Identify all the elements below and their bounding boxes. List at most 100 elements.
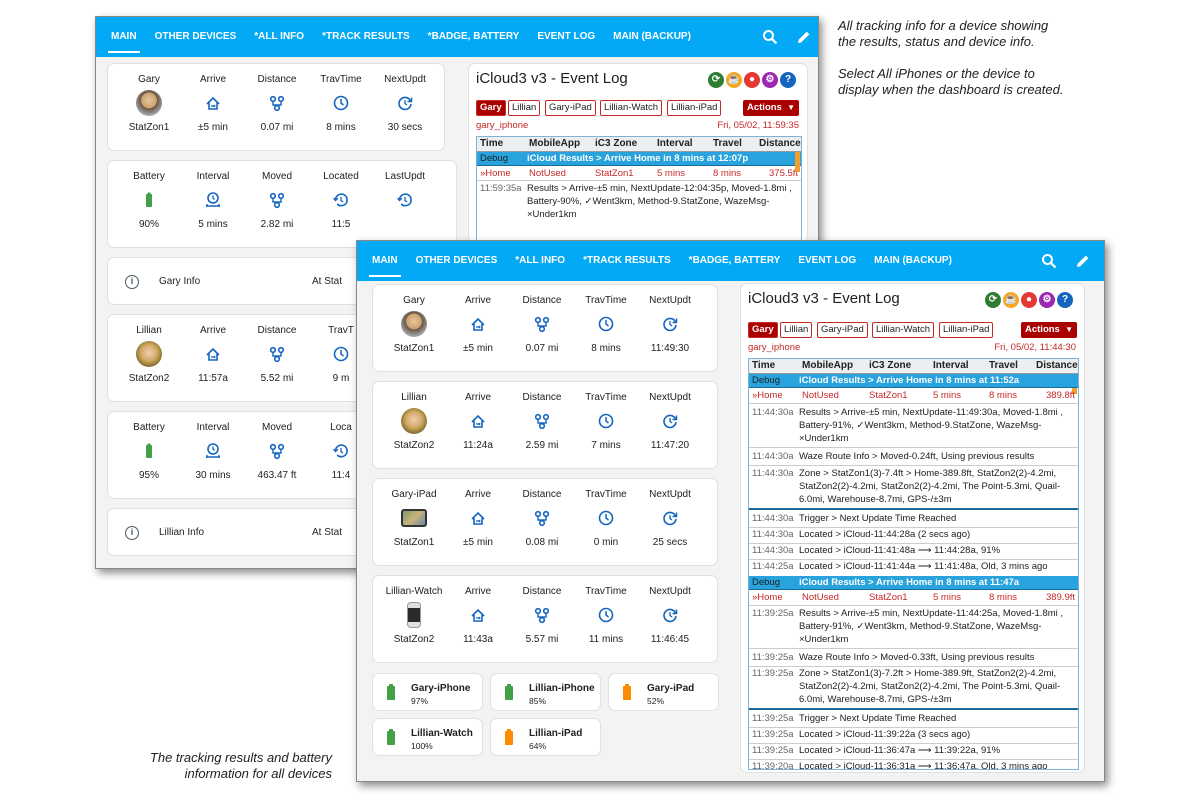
debug-row: Debug iCloud Results > Arrive Home in 8 m… (749, 374, 1078, 388)
tab-main-backup[interactable]: MAIN (BACKUP) (865, 241, 961, 281)
info-value: At Stat (312, 276, 343, 287)
tab-event-log[interactable]: EVENT LOG (528, 17, 604, 57)
arrive-value: 11:43a (463, 634, 493, 645)
tab-main[interactable]: MAIN (363, 241, 407, 281)
tab-all-info[interactable]: *ALL INFO (245, 17, 313, 57)
arrive-label: Arrive (199, 325, 227, 336)
log-message: Waze Route Info > Moved-0.24ft, Using pr… (799, 451, 1035, 462)
event-log-table[interactable]: Time MobileApp iC3 Zone Interval Travel … (748, 358, 1079, 770)
travtime-value: 0 min (593, 537, 619, 548)
battery-label: Battery (133, 422, 165, 433)
device-filter-gary[interactable]: Gary (748, 322, 778, 338)
timer-icon (206, 192, 220, 207)
note-line: All tracking info for a device showing (838, 18, 1049, 33)
tab-badge-battery[interactable]: *BADGE, BATTERY (680, 241, 790, 281)
actions-label: Actions (1025, 324, 1060, 335)
route-icon (269, 346, 285, 363)
arrive-label: Arrive (199, 74, 227, 85)
help-icon[interactable]: ? (1057, 292, 1073, 308)
home-arrive-icon (471, 414, 485, 428)
home-arrive-icon (471, 608, 485, 622)
tab-other-devices[interactable]: OTHER DEVICES (407, 241, 507, 281)
search-icon[interactable] (762, 29, 778, 45)
device-zone: StatZon1 (128, 122, 170, 133)
device-filter-lillian-ipad[interactable]: Lillian-iPad (667, 100, 722, 116)
note-line: the results, status and device info. (838, 34, 1035, 49)
interval-value: 5 mins (198, 219, 228, 230)
home-cell: StatZon1 (869, 592, 908, 603)
battery-icon (623, 684, 631, 700)
device-filter-lillian-watch[interactable]: Lillian-Watch (872, 322, 935, 338)
nextupdt-value: 11:47:20 (650, 440, 690, 451)
arrive-value: ±5 min (463, 537, 493, 548)
home-cell: 8 mins (989, 592, 1017, 603)
battery-icon (505, 684, 513, 700)
tab-track-results[interactable]: *TRACK RESULTS (574, 241, 680, 281)
route-icon (534, 316, 550, 333)
tab-main[interactable]: MAIN (102, 17, 146, 57)
device-filter-gary-ipad[interactable]: Gary-iPad (545, 100, 596, 116)
tab-event-log[interactable]: EVENT LOG (789, 241, 865, 281)
refresh-icon[interactable]: ⟳ (985, 292, 1001, 308)
device-filter-gary-ipad[interactable]: Gary-iPad (817, 322, 868, 338)
log-row: 11:44:25a Located > iCloud-11:41:44a ⟶ 11… (749, 560, 1078, 575)
route-icon (534, 607, 550, 624)
home-arrive-icon (206, 347, 220, 361)
arrive-value: ±5 min (198, 122, 228, 133)
info-label: Gary Info (159, 276, 201, 287)
device-zone: StatZon2 (393, 440, 435, 451)
log-time: 11:39:25a (752, 668, 794, 679)
arrive-value: ±5 min (463, 343, 493, 354)
refresh-icon[interactable]: ⟳ (708, 72, 724, 88)
log-time: 11:39:25a (752, 713, 794, 724)
clock-icon (333, 95, 349, 111)
pencil-icon[interactable] (796, 29, 812, 45)
tab-all-info[interactable]: *ALL INFO (506, 241, 574, 281)
device-filter-gary[interactable]: Gary (476, 100, 506, 116)
device-results-card: Gary-iPad StatZon1 Arrive ±5 min Distance 0.0… (372, 478, 718, 566)
note-line: The tracking results and battery (149, 750, 332, 765)
nextupdt-label: NextUpdt (649, 392, 691, 403)
debug-row: Debug iCloud Results > Arrive Home in 8 m… (749, 576, 1078, 590)
gary-results-card: Gary StatZon1 Arrive ±5 min Distance 0.0… (107, 63, 445, 151)
help-icon[interactable]: ? (780, 72, 796, 88)
event-log-table[interactable]: Time MobileApp iC3 Zone Interval Travel … (476, 136, 802, 242)
note-line: Select All iPhones or the device to (838, 66, 1035, 81)
search-icon[interactable] (1041, 253, 1057, 269)
pencil-icon[interactable] (1075, 253, 1091, 269)
device-filter-lillian[interactable]: Lillian (508, 100, 541, 116)
tab-other-devices[interactable]: OTHER DEVICES (146, 17, 246, 57)
log-time: 11:59:35a (480, 183, 522, 194)
ipad-icon (401, 509, 427, 527)
tab-track-results[interactable]: *TRACK RESULTS (313, 17, 419, 57)
settings-icon[interactable]: ⚙ (762, 72, 778, 88)
scrollbar[interactable] (795, 152, 800, 172)
battery-icon (387, 684, 395, 700)
tab-badge-battery[interactable]: *BADGE, BATTERY (419, 17, 529, 57)
nextupdt-label: NextUpdt (649, 489, 691, 500)
refresh-clock-icon (663, 511, 678, 526)
device-filter-lillian-watch[interactable]: Lillian-Watch (600, 100, 663, 116)
coffee-icon[interactable]: ☕ (726, 72, 742, 88)
battery-device-name: Gary-iPad (647, 683, 695, 694)
located-label: Located (323, 171, 359, 182)
coffee-icon[interactable]: ☕ (1003, 292, 1019, 308)
bug-icon[interactable]: ● (744, 72, 760, 88)
home-arrive-icon (471, 317, 485, 331)
log-message: Results > Arrive-±5 min, NextUpdate-11:4… (799, 407, 1064, 444)
device-filter-lillian[interactable]: Lillian (780, 322, 813, 338)
battery-percent: 97% (411, 696, 429, 706)
info-icon: i (125, 275, 139, 289)
battery-device-name: Lillian-iPhone (529, 683, 595, 694)
bug-icon[interactable]: ● (1021, 292, 1037, 308)
device-filter-lillian-ipad[interactable]: Lillian-iPad (939, 322, 994, 338)
tab-main-backup[interactable]: MAIN (BACKUP) (604, 17, 700, 57)
col-travel: Travel (989, 360, 1018, 371)
actions-dropdown[interactable]: Actions ▼ (1021, 322, 1077, 338)
note-bottom: The tracking results and battery informa… (100, 750, 332, 782)
nextupdt-label: NextUpdt (384, 74, 426, 85)
actions-dropdown[interactable]: Actions ▼ (743, 100, 799, 116)
settings-icon[interactable]: ⚙ (1039, 292, 1055, 308)
located-value: 11:5 (331, 219, 351, 230)
col-travel: Travel (713, 138, 742, 149)
